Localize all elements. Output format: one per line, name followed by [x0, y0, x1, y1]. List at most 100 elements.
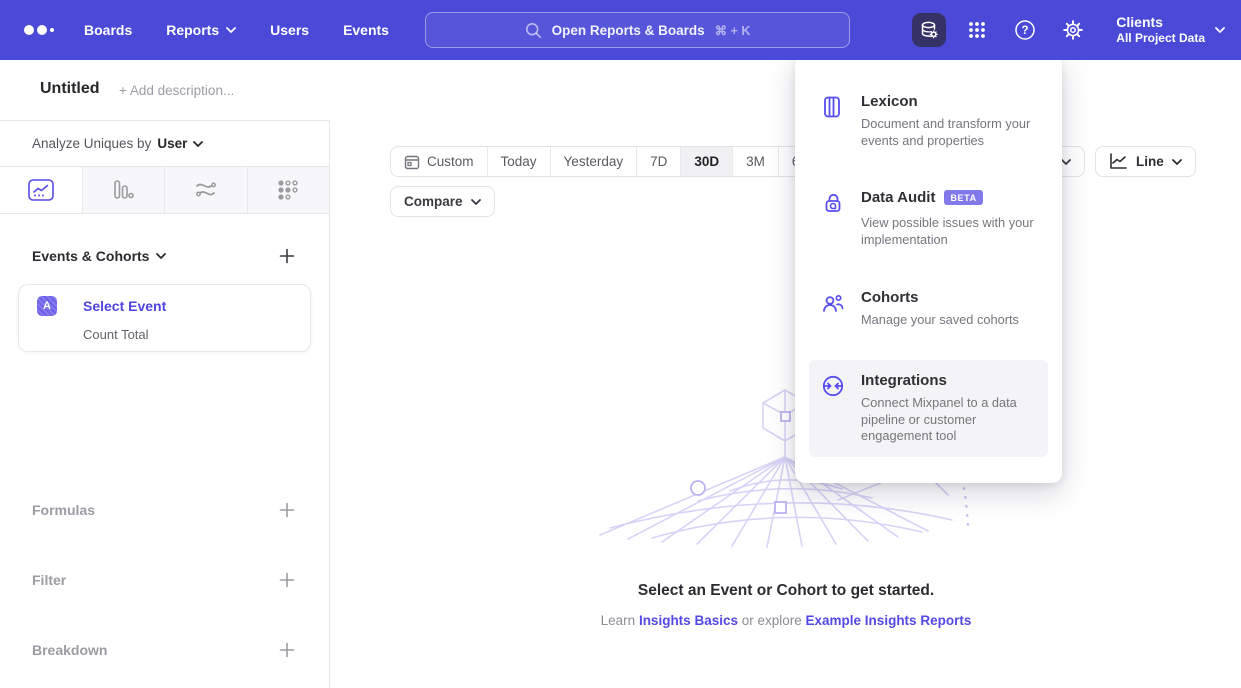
- gear-icon: [1061, 18, 1085, 42]
- chevron-down-icon: [1061, 159, 1071, 165]
- nav-item-label: Users: [270, 22, 309, 38]
- menu-item-title: Integrations: [861, 372, 947, 389]
- nav-item-reports[interactable]: Reports: [166, 22, 236, 38]
- search-shortcut-hint: ⌘ + K: [715, 23, 751, 38]
- org-name: Clients: [1116, 14, 1205, 32]
- plus-icon: [279, 248, 295, 264]
- add-filter-button[interactable]: [277, 570, 297, 590]
- select-event-label: Select Event: [83, 298, 166, 314]
- chevron-down-icon: [1215, 27, 1225, 33]
- empty-state-text: or explore: [738, 613, 806, 628]
- menu-item-description: Document and transform your events and p…: [861, 116, 1036, 149]
- report-canvas: Custom Today Yesterday 7D 30D 3M 6M Line…: [331, 120, 1241, 688]
- global-search-input[interactable]: Open Reports & Boards ⌘ + K: [425, 12, 850, 48]
- integrations-icon: [821, 372, 845, 445]
- nav-item-label: Boards: [84, 22, 132, 38]
- compare-dropdown[interactable]: Compare: [390, 186, 495, 217]
- example-insights-reports-link[interactable]: Example Insights Reports: [806, 613, 972, 628]
- events-cohorts-header-row: Events & Cohorts: [32, 244, 297, 268]
- menu-item-integrations[interactable]: Integrations Connect Mixpanel to a data …: [809, 360, 1048, 457]
- cohorts-icon: [821, 289, 845, 329]
- events-cohorts-dropdown[interactable]: Events & Cohorts: [32, 248, 166, 264]
- beta-badge: BETA: [944, 190, 982, 205]
- range-3m[interactable]: 3M: [733, 147, 779, 176]
- tab-retention[interactable]: [248, 167, 330, 213]
- count-total-label[interactable]: Count Total: [83, 327, 149, 342]
- range-label: Today: [501, 154, 537, 169]
- filter-row: Filter: [32, 566, 297, 594]
- menu-item-title: Lexicon: [861, 93, 918, 110]
- range-7d[interactable]: 7D: [637, 147, 681, 176]
- plus-icon: [279, 572, 295, 588]
- query-builder-sidebar: Analyze Uniques by User: [0, 120, 330, 688]
- empty-state-text: Learn: [601, 613, 639, 628]
- event-series-badge: A: [37, 296, 57, 316]
- nav-item-boards[interactable]: Boards: [84, 22, 132, 38]
- range-label: Yesterday: [564, 154, 624, 169]
- search-icon: [525, 22, 542, 39]
- add-breakdown-button[interactable]: [277, 640, 297, 660]
- data-audit-icon: [821, 189, 845, 248]
- bar-chart-tab-icon: [111, 178, 135, 202]
- top-navigation-bar: Boards Reports Users Events Open Reports…: [0, 0, 1241, 60]
- nav-item-users[interactable]: Users: [270, 22, 309, 38]
- data-management-button[interactable]: [912, 13, 946, 47]
- chevron-down-icon: [156, 253, 166, 259]
- menu-item-lexicon[interactable]: Lexicon Document and transform your even…: [809, 81, 1048, 161]
- apps-grid-icon: [966, 19, 988, 41]
- chevron-down-icon: [1172, 159, 1182, 165]
- plus-icon: [279, 502, 295, 518]
- range-today[interactable]: Today: [488, 147, 551, 176]
- lexicon-icon: [821, 93, 845, 149]
- retention-tab-icon: [276, 178, 300, 202]
- breakdown-label: Breakdown: [32, 642, 107, 658]
- formulas-label: Formulas: [32, 502, 95, 518]
- analyze-by-dropdown[interactable]: User: [157, 136, 203, 151]
- report-type-tabs: [0, 166, 329, 214]
- help-button[interactable]: ?: [1008, 13, 1042, 47]
- range-label: 7D: [650, 154, 667, 169]
- analyze-uniques-row: Analyze Uniques by User: [32, 121, 203, 166]
- menu-item-title: Data Audit: [861, 189, 935, 206]
- menu-item-description: View possible issues with your implement…: [861, 215, 1036, 248]
- tab-bar-chart[interactable]: [83, 167, 166, 213]
- project-name: All Project Data: [1116, 31, 1205, 46]
- nav-item-events[interactable]: Events: [343, 22, 389, 38]
- apps-grid-button[interactable]: [960, 13, 994, 47]
- add-event-button[interactable]: [277, 246, 297, 266]
- analyze-by-value: User: [157, 136, 187, 151]
- project-selector[interactable]: Clients All Project Data: [1116, 14, 1225, 47]
- report-title[interactable]: Untitled: [40, 80, 100, 98]
- calendar-icon: [404, 154, 420, 170]
- chevron-down-icon: [471, 199, 481, 205]
- chevron-down-icon: [226, 27, 236, 33]
- range-label: Custom: [427, 154, 474, 169]
- menu-item-title: Cohorts: [861, 289, 919, 306]
- mixpanel-logo-icon[interactable]: [24, 25, 64, 35]
- chevron-down-icon: [193, 141, 203, 147]
- add-formula-button[interactable]: [277, 500, 297, 520]
- add-description-field[interactable]: + Add description...: [119, 83, 234, 98]
- nav-item-label: Reports: [166, 22, 219, 38]
- line-chart-icon: [1109, 153, 1128, 170]
- date-range-segmented-control: Custom Today Yesterday 7D 30D 3M 6M: [390, 146, 825, 177]
- breakdown-row: Breakdown: [32, 636, 297, 664]
- select-event-card[interactable]: A Select Event Count Total: [18, 284, 311, 352]
- tab-insights[interactable]: [0, 167, 83, 213]
- range-label: 3M: [746, 154, 765, 169]
- range-30d-selected[interactable]: 30D: [681, 147, 733, 176]
- menu-item-data-audit[interactable]: Data Audit BETA View possible issues wit…: [809, 177, 1048, 260]
- settings-button[interactable]: [1056, 13, 1090, 47]
- menu-item-description: Manage your saved cohorts: [861, 312, 1019, 329]
- menu-item-cohorts[interactable]: Cohorts Manage your saved cohorts: [809, 277, 1048, 341]
- empty-state-subtitle: Learn Insights Basics or explore Example…: [331, 613, 1241, 628]
- flows-tab-icon: [194, 178, 218, 202]
- events-cohorts-label: Events & Cohorts: [32, 248, 149, 264]
- range-yesterday[interactable]: Yesterday: [551, 147, 638, 176]
- svg-text:?: ?: [1022, 25, 1029, 37]
- chart-type-dropdown[interactable]: Line: [1095, 146, 1196, 177]
- search-placeholder: Open Reports & Boards: [552, 23, 705, 38]
- range-custom[interactable]: Custom: [391, 147, 488, 176]
- tab-flows[interactable]: [165, 167, 248, 213]
- insights-basics-link[interactable]: Insights Basics: [639, 613, 738, 628]
